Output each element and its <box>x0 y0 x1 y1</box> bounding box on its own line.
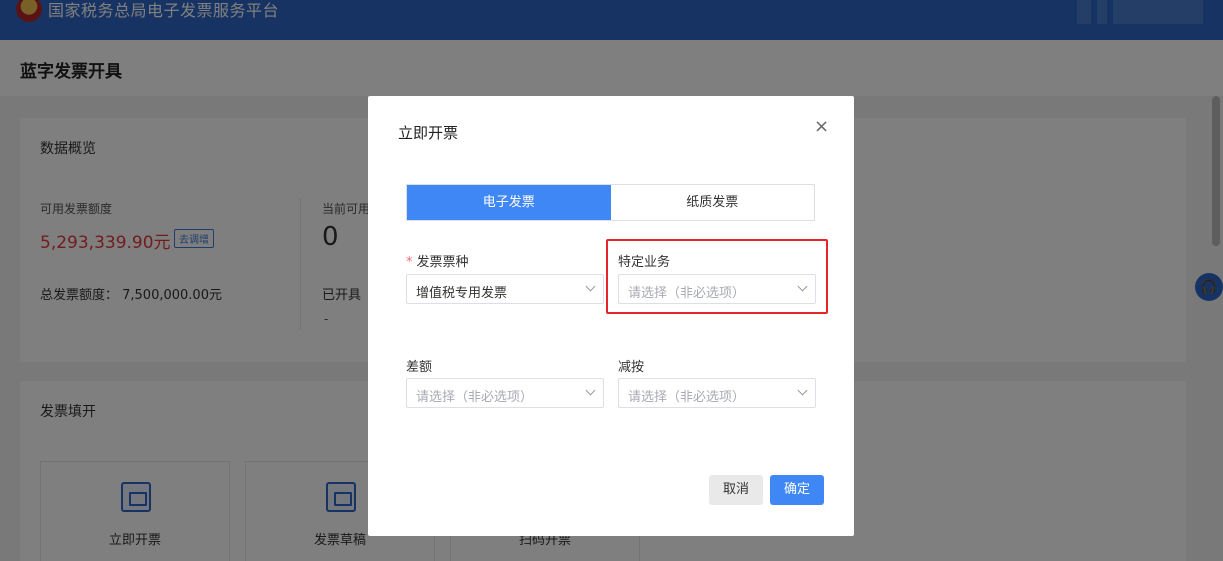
chevron-down-icon <box>585 281 596 292</box>
issue-invoice-dialog: 立即开票 × 电子发票 纸质发票 * 发票票种 增值税专用发票 特定业务 请选择（… <box>368 96 854 536</box>
chevron-down-icon <box>797 385 808 396</box>
confirm-button[interactable]: 确定 <box>770 475 824 505</box>
tab-electronic-invoice[interactable]: 电子发票 <box>407 185 611 220</box>
special-business-placeholder: 请选择（非必选项） <box>628 286 746 301</box>
reduction-label: 减按 <box>618 360 645 375</box>
chevron-down-icon <box>797 281 808 292</box>
invoice-type-value: 增值税专用发票 <box>416 286 508 301</box>
special-business-label: 特定业务 <box>618 255 671 270</box>
difference-label: 差额 <box>406 360 433 375</box>
close-icon[interactable]: × <box>814 118 829 136</box>
difference-select[interactable]: 请选择（非必选项） <box>406 378 604 408</box>
dialog-title: 立即开票 <box>398 124 459 142</box>
invoice-medium-toggle: 电子发票 纸质发票 <box>406 184 815 221</box>
chevron-down-icon <box>585 385 596 396</box>
invoice-type-label-text: 发票票种 <box>416 255 469 270</box>
reduction-placeholder: 请选择（非必选项） <box>628 390 746 405</box>
cancel-button[interactable]: 取消 <box>709 475 763 505</box>
difference-placeholder: 请选择（非必选项） <box>416 390 534 405</box>
invoice-type-select[interactable]: 增值税专用发票 <box>406 274 604 304</box>
required-mark: * <box>406 255 413 270</box>
reduction-select[interactable]: 请选择（非必选项） <box>618 378 816 408</box>
special-business-select[interactable]: 请选择（非必选项） <box>618 274 816 304</box>
tab-paper-invoice[interactable]: 纸质发票 <box>610 185 814 220</box>
invoice-type-label: * 发票票种 <box>406 251 469 270</box>
